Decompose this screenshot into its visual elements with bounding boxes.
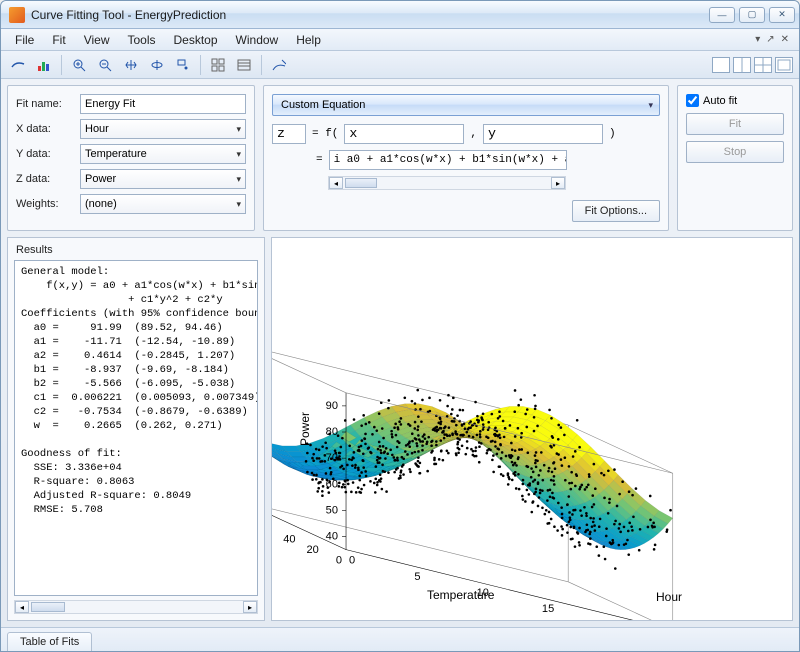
scroll-right-icon[interactable]: ▸ xyxy=(551,177,565,189)
svg-text:50: 50 xyxy=(326,504,338,516)
maximize-button[interactable]: ▢ xyxy=(739,7,765,23)
titlebar[interactable]: Curve Fitting Tool - EnergyPrediction — … xyxy=(1,1,799,29)
z-axis-label: Power xyxy=(298,412,312,446)
fit-control-panel: Auto fit Fit Stop xyxy=(677,85,793,231)
equation-panel: Custom Equation = f( , ) = i a0 + a1*cos… xyxy=(263,85,669,231)
fit-options-button[interactable]: Fit Options... xyxy=(572,200,660,222)
svg-text:60: 60 xyxy=(326,478,338,490)
pan-icon[interactable] xyxy=(120,54,142,76)
xdata-label: X data: xyxy=(16,123,74,135)
arg2-input[interactable] xyxy=(483,124,603,144)
res-scroll-left-icon[interactable]: ◂ xyxy=(15,601,29,613)
results-title: Results xyxy=(12,242,260,258)
close-button[interactable]: ✕ xyxy=(769,7,795,23)
menu-view[interactable]: View xyxy=(76,31,118,49)
minimize-button[interactable]: — xyxy=(709,7,735,23)
arg-sep: , xyxy=(470,128,477,140)
fit-name-input[interactable] xyxy=(80,94,246,114)
svg-text:40: 40 xyxy=(283,533,295,545)
menu-tools[interactable]: Tools xyxy=(119,31,163,49)
fit-type-select[interactable]: Custom Equation xyxy=(272,94,660,116)
data-panel: Fit name: X data: Hour Y data: Temperatu… xyxy=(7,85,255,231)
residuals-icon[interactable] xyxy=(33,54,55,76)
svg-text:80: 80 xyxy=(326,426,338,438)
mdi-min-icon[interactable]: ▾ xyxy=(755,34,760,45)
weights-select[interactable]: (none) xyxy=(80,194,246,214)
fit-button[interactable]: Fit xyxy=(686,113,784,135)
new-fit-icon[interactable] xyxy=(7,54,29,76)
app-icon xyxy=(9,7,25,23)
zoom-in-icon[interactable] xyxy=(68,54,90,76)
layout-split-icon[interactable] xyxy=(733,57,751,73)
svg-text:40: 40 xyxy=(326,531,338,543)
svg-text:0: 0 xyxy=(336,555,342,567)
menu-file[interactable]: File xyxy=(7,31,42,49)
zdata-select[interactable]: Power xyxy=(80,169,246,189)
formula-scrollbar[interactable]: ◂ ▸ xyxy=(328,176,566,190)
scroll-thumb[interactable] xyxy=(345,178,377,188)
ydata-label: Y data: xyxy=(16,148,74,160)
svg-text:20: 20 xyxy=(306,544,318,556)
rotate3d-icon[interactable] xyxy=(146,54,168,76)
layout-single-icon[interactable] xyxy=(712,57,730,73)
zoom-out-icon[interactable] xyxy=(94,54,116,76)
mdi-close-icon[interactable]: ✕ xyxy=(781,34,789,45)
y-axis-label: Temperature xyxy=(427,588,494,602)
layout-quad-icon[interactable] xyxy=(754,57,772,73)
menubar: File Fit View Tools Desktop Window Help … xyxy=(1,29,799,51)
lhs-input[interactable] xyxy=(272,124,306,144)
data-cursor-icon[interactable] xyxy=(172,54,194,76)
arg1-input[interactable] xyxy=(344,124,464,144)
auto-fit-label: Auto fit xyxy=(703,95,737,107)
results-panel: Results General model: f(x,y) = a0 + a1*… xyxy=(7,237,265,621)
x-axis-label: Hour xyxy=(656,590,682,604)
mdi-restore-icon[interactable]: ↗ xyxy=(766,34,774,45)
svg-text:20: 20 xyxy=(607,619,619,620)
menu-window[interactable]: Window xyxy=(228,31,287,49)
weights-label: Weights: xyxy=(16,198,74,210)
formula-input[interactable]: i a0 + a1*cos(w*x) + b1*sin(w*x) + a2*c xyxy=(329,150,567,170)
toolbar xyxy=(1,51,799,79)
plot-settings-icon[interactable] xyxy=(268,54,290,76)
res-scroll-right-icon[interactable]: ▸ xyxy=(243,601,257,613)
tab-table-of-fits[interactable]: Table of Fits xyxy=(7,632,92,651)
res-scroll-thumb[interactable] xyxy=(31,602,65,612)
svg-text:15: 15 xyxy=(542,603,554,615)
stop-button[interactable]: Stop xyxy=(686,141,784,163)
table-icon[interactable] xyxy=(233,54,255,76)
fit-name-label: Fit name: xyxy=(16,98,74,110)
window-title: Curve Fitting Tool - EnergyPrediction xyxy=(31,8,226,22)
svg-text:70: 70 xyxy=(326,452,338,464)
svg-text:90: 90 xyxy=(326,400,338,412)
arg-close: ) xyxy=(609,128,616,140)
menu-help[interactable]: Help xyxy=(288,31,329,49)
app-window: Curve Fitting Tool - EnergyPrediction — … xyxy=(0,0,800,652)
menu-desktop[interactable]: Desktop xyxy=(166,31,226,49)
zdata-label: Z data: xyxy=(16,173,74,185)
xdata-select[interactable]: Hour xyxy=(80,119,246,139)
eq-fx-label: = f( xyxy=(312,128,338,140)
menu-fit[interactable]: Fit xyxy=(44,31,73,49)
results-scrollbar[interactable]: ◂ ▸ xyxy=(14,600,258,614)
svg-text:0: 0 xyxy=(349,555,355,567)
auto-fit-checkbox[interactable] xyxy=(686,94,699,107)
ydata-select[interactable]: Temperature xyxy=(80,144,246,164)
svg-text:5: 5 xyxy=(414,571,420,583)
layout-max-icon[interactable] xyxy=(775,57,793,73)
tab-bar: Table of Fits xyxy=(1,627,799,651)
formula-prefix: = xyxy=(316,154,323,166)
scroll-left-icon[interactable]: ◂ xyxy=(329,177,343,189)
grid-icon[interactable] xyxy=(207,54,229,76)
results-text[interactable]: General model: f(x,y) = a0 + a1*cos(w*x)… xyxy=(14,260,258,596)
plot-3d[interactable]: 9080706050400510152025020406080 Power Ho… xyxy=(271,237,793,621)
